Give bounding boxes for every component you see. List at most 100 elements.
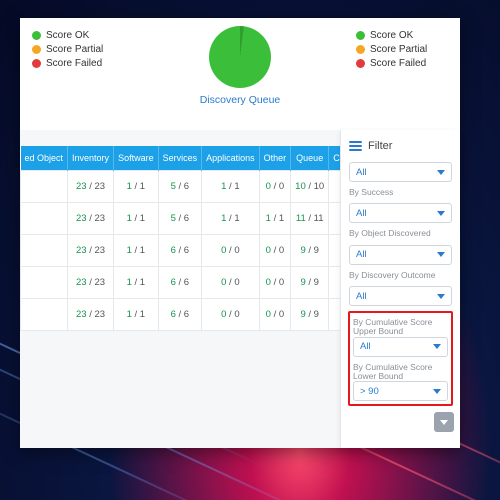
collapse-sidebar-button[interactable] [434, 412, 454, 432]
dot-ok-icon [356, 31, 365, 40]
table-row[interactable]: 23 / 231 / 16 / 60 / 00 / 09 / 993 [21, 299, 341, 331]
table-cell [21, 267, 68, 299]
table-cell: 1 / 1 [259, 203, 291, 235]
table-cell: 9 / 9 [291, 235, 329, 267]
filter-select-lower[interactable]: > 90 [353, 381, 448, 401]
legend-partial-label: Score Partial [46, 44, 103, 55]
table-cell: 6 / 6 [158, 235, 202, 267]
table-header-cell[interactable]: Other [259, 146, 291, 171]
legend-partial: Score Partial [32, 44, 124, 55]
filter-select-success[interactable]: All [349, 203, 452, 223]
dot-failed-icon [356, 59, 365, 68]
chevron-down-icon [437, 170, 445, 175]
table-cell: 9 / 9 [291, 299, 329, 331]
table-header-cell[interactable]: Applications [202, 146, 260, 171]
filter-title: Filter [368, 140, 392, 152]
chevron-down-icon [437, 211, 445, 216]
table-cell: 10 / 10 [291, 171, 329, 203]
dot-ok-icon [32, 31, 41, 40]
table-header-cell[interactable]: Software [114, 146, 159, 171]
filter-icon [349, 141, 362, 151]
table-cell: 23 / 23 [68, 267, 114, 299]
filter-header: Filter [349, 138, 452, 156]
table-cell-score: 93 [329, 299, 340, 331]
table-cell: 1 / 1 [202, 171, 260, 203]
legend-failed: Score Failed [32, 58, 124, 69]
table-cell-score: 93 [329, 203, 340, 235]
summary-strip: Score OK Score Partial Score Failed Disc… [20, 18, 460, 130]
legend-left: Score OK Score Partial Score Failed [32, 26, 124, 126]
legend-ok: Score OK [32, 30, 124, 41]
chevron-down-icon [440, 420, 448, 425]
table-cell: 1 / 1 [114, 267, 159, 299]
table-cell [21, 203, 68, 235]
table-cell-score: 93 [329, 267, 340, 299]
table-cell [21, 299, 68, 331]
table-row[interactable]: 23 / 231 / 15 / 61 / 11 / 111 / 1193 [21, 203, 341, 235]
filter-label-object: By Object Discovered [349, 229, 452, 238]
dot-partial-icon [356, 45, 365, 54]
pie-chart-block: Discovery Queue [142, 26, 338, 126]
table-header-row: ed ObjectInventorySoftwareServicesApplic… [21, 146, 341, 171]
filter-sidebar: Filter All By Success All By Object Disc… [340, 130, 460, 448]
table-header-cell[interactable]: Cumulative Score [329, 146, 340, 171]
table-cell: 1 / 1 [114, 203, 159, 235]
table-cell: 0 / 0 [259, 171, 291, 203]
legend-ok-2: Score OK [356, 30, 448, 41]
table-cell: 0 / 0 [259, 235, 291, 267]
table-cell: 6 / 6 [158, 299, 202, 331]
table-cell: 6 / 6 [158, 267, 202, 299]
table-cell: 23 / 23 [68, 171, 114, 203]
table-cell [21, 235, 68, 267]
table-cell [21, 171, 68, 203]
table-cell: 1 / 1 [114, 171, 159, 203]
table-cell-score: 93 [329, 235, 340, 267]
table-row[interactable]: 23 / 231 / 16 / 60 / 00 / 09 / 993 [21, 235, 341, 267]
score-table: ed ObjectInventorySoftwareServicesApplic… [20, 146, 340, 331]
dashboard-panel: Score OK Score Partial Score Failed Disc… [20, 18, 460, 448]
filter-label-success: By Success [349, 188, 452, 197]
table-cell: 5 / 6 [158, 203, 202, 235]
chevron-down-icon [437, 294, 445, 299]
table-cell: 11 / 11 [291, 203, 329, 235]
table-cell: 1 / 1 [202, 203, 260, 235]
table-header-cell[interactable]: Inventory [68, 146, 114, 171]
table-cell: 0 / 0 [202, 235, 260, 267]
filter-label-upper: By Cumulative Score Upper Bound [353, 318, 448, 337]
pie-chart-icon [209, 26, 271, 88]
legend-failed-2: Score Failed [356, 58, 448, 69]
filter-label-lower: By Cumulative Score Lower Bound [353, 363, 448, 382]
filter-select-object[interactable]: All [349, 245, 452, 265]
dot-failed-icon [32, 59, 41, 68]
filter-select-top[interactable]: All [349, 162, 452, 182]
table-header-cell[interactable]: ed Object [21, 146, 68, 171]
legend-ok-label: Score OK [46, 30, 89, 41]
table-cell: 23 / 23 [68, 203, 114, 235]
table-cell: 23 / 23 [68, 235, 114, 267]
table-header-cell[interactable]: Services [158, 146, 202, 171]
filter-select-outcome[interactable]: All [349, 286, 452, 306]
filter-select-upper[interactable]: All [353, 337, 448, 357]
table-cell: 5 / 6 [158, 171, 202, 203]
pie-chart-label: Discovery Queue [200, 94, 281, 106]
table-row[interactable]: 23 / 231 / 15 / 61 / 10 / 010 / 1095 [21, 171, 341, 203]
table-cell: 1 / 1 [114, 235, 159, 267]
legend-partial-2: Score Partial [356, 44, 448, 55]
score-table-area: ed ObjectInventorySoftwareServicesApplic… [20, 130, 340, 448]
table-header-cell[interactable]: Queue [291, 146, 329, 171]
table-cell: 0 / 0 [202, 267, 260, 299]
table-cell-score: 95 [329, 171, 340, 203]
table-cell: 1 / 1 [114, 299, 159, 331]
chevron-down-icon [437, 252, 445, 257]
table-cell: 0 / 0 [202, 299, 260, 331]
table-cell: 0 / 0 [259, 267, 291, 299]
table-row[interactable]: 23 / 231 / 16 / 60 / 00 / 09 / 993 [21, 267, 341, 299]
dot-partial-icon [32, 45, 41, 54]
table-body: 23 / 231 / 15 / 61 / 10 / 010 / 109523 /… [21, 171, 341, 331]
table-cell: 9 / 9 [291, 267, 329, 299]
table-cell: 0 / 0 [259, 299, 291, 331]
legend-failed-label: Score Failed [46, 58, 102, 69]
table-cell: 23 / 23 [68, 299, 114, 331]
chevron-down-icon [433, 389, 441, 394]
chevron-down-icon [433, 344, 441, 349]
